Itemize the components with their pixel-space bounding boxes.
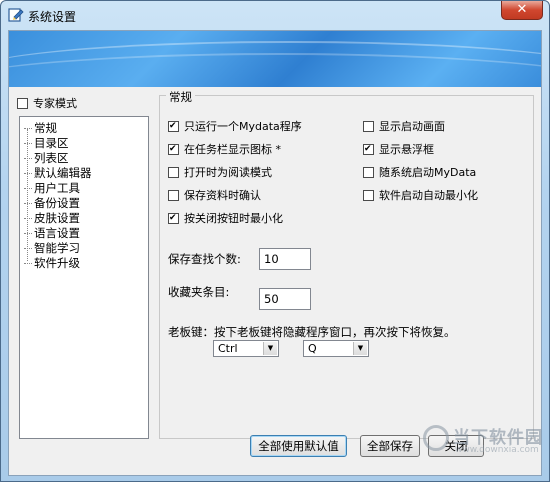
- boss-key-letter-select[interactable]: Q ▼: [303, 340, 369, 357]
- tree-item-upgrade[interactable]: 软件升级: [24, 255, 80, 271]
- chevron-down-icon[interactable]: ▼: [263, 342, 277, 355]
- expert-mode-label: 专家模式: [33, 97, 77, 110]
- close-icon: ✕: [516, 2, 528, 17]
- general-group: 常规 只运行一个Mydata程序 在任务栏显示图标 * 打开时为阅读模式 保存资…: [159, 89, 534, 439]
- restore-defaults-button[interactable]: 全部使用默认值: [250, 435, 347, 457]
- checkbox-box[interactable]: [168, 189, 179, 201]
- boss-key-modifier-select[interactable]: Ctrl ▼: [213, 340, 279, 357]
- option-floating-box[interactable]: 显示悬浮框: [363, 141, 434, 157]
- checkbox-box[interactable]: [168, 120, 179, 132]
- checkbox-box[interactable]: [363, 166, 374, 178]
- settings-window: 系统设置 ✕ 专家模式 常规 目录区 列表区 默认编辑器 用户工具 备份设置 皮…: [0, 0, 550, 482]
- tree-item-backup[interactable]: 备份设置: [24, 195, 80, 211]
- option-confirm-save[interactable]: 保存资料时确认: [168, 187, 261, 203]
- option-minimize-on-close[interactable]: 按关闭按钮时最小化: [168, 210, 283, 226]
- favorites-input[interactable]: 50: [259, 288, 311, 310]
- settings-tree: 常规 目录区 列表区 默认编辑器 用户工具 备份设置 皮肤设置 语言设置 智能学…: [19, 116, 149, 439]
- checkbox-box[interactable]: [168, 212, 179, 224]
- search-count-input[interactable]: 10: [259, 248, 311, 270]
- banner-wave: [9, 53, 541, 87]
- window-title: 系统设置: [28, 10, 77, 24]
- option-splash-screen[interactable]: 显示启动画面: [363, 118, 445, 134]
- checkbox-box[interactable]: [168, 166, 179, 178]
- expert-mode-checkbox[interactable]: 专家模式: [17, 95, 77, 111]
- option-start-with-system[interactable]: 随系统启动MyData: [363, 164, 476, 180]
- chevron-down-icon[interactable]: ▼: [353, 342, 367, 355]
- group-title: 常规: [166, 89, 195, 105]
- checkbox-box[interactable]: [363, 120, 374, 132]
- boss-key-label: 老板键：按下老板键将隐藏程序窗口，再次按下将恢复。: [168, 325, 456, 339]
- option-start-minimized[interactable]: 软件启动自动最小化: [363, 187, 478, 203]
- client-area: 专家模式 常规 目录区 列表区 默认编辑器 用户工具 备份设置 皮肤设置 语言设…: [8, 30, 542, 476]
- app-icon: [8, 8, 24, 22]
- checkbox-box[interactable]: [168, 143, 179, 155]
- tree-item-list[interactable]: 列表区: [24, 150, 69, 166]
- tree-item-directory[interactable]: 目录区: [24, 135, 69, 151]
- checkbox-box[interactable]: [363, 143, 374, 155]
- favorites-label: 收藏夹条目:: [168, 285, 230, 299]
- close-window-button[interactable]: ✕: [501, 1, 543, 20]
- watermark: 当下软件园 www.downxia.com: [419, 421, 542, 461]
- tree-item-smart-learning[interactable]: 智能学习: [24, 240, 80, 256]
- search-count-label: 保存查找个数:: [168, 252, 241, 266]
- option-read-mode[interactable]: 打开时为阅读模式: [168, 164, 272, 180]
- header-banner: [9, 31, 541, 87]
- tree-item-language[interactable]: 语言设置: [24, 225, 80, 241]
- checkbox-box[interactable]: [17, 97, 28, 109]
- option-taskbar-icon[interactable]: 在任务栏显示图标 *: [168, 141, 281, 157]
- tree-item-skin[interactable]: 皮肤设置: [24, 210, 80, 226]
- tree-item-default-editor[interactable]: 默认编辑器: [24, 165, 92, 181]
- watermark-logo-icon: [423, 425, 449, 451]
- watermark-url: www.downxia.com: [455, 445, 539, 455]
- tree-item-general[interactable]: 常规: [24, 120, 57, 136]
- title-bar[interactable]: 系统设置 ✕: [1, 1, 549, 29]
- option-single-instance[interactable]: 只运行一个Mydata程序: [168, 118, 302, 134]
- save-all-button[interactable]: 全部保存: [360, 435, 420, 457]
- checkbox-box[interactable]: [363, 189, 374, 201]
- tree-item-user-tools[interactable]: 用户工具: [24, 180, 80, 196]
